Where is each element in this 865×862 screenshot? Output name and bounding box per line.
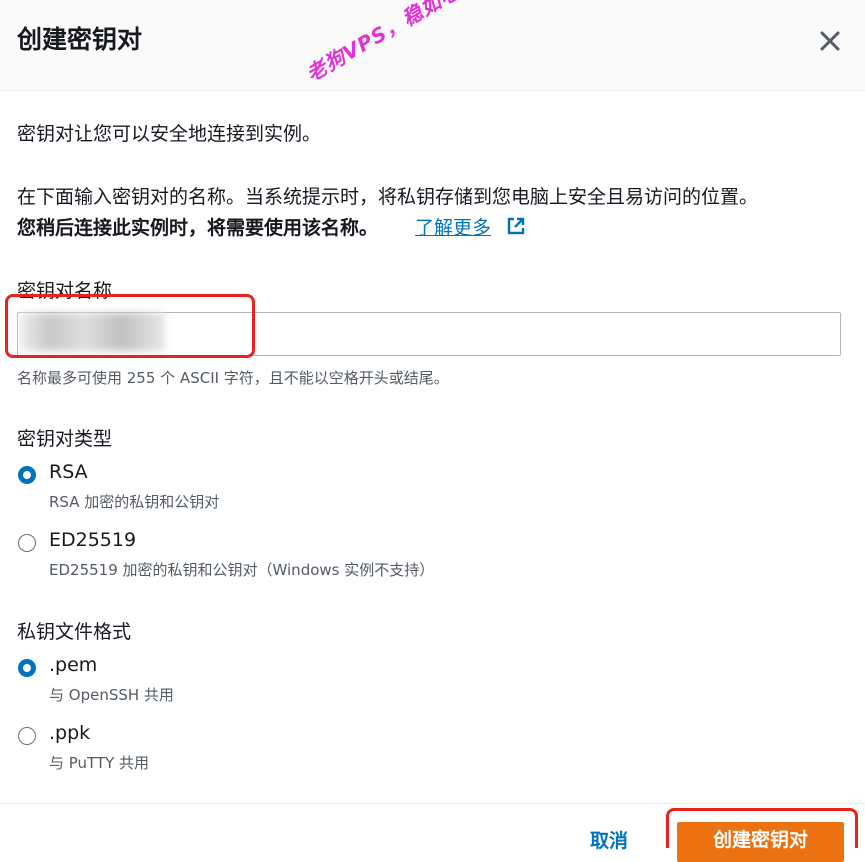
radio-ppk-description: 与 PuTTY 共用 xyxy=(49,754,150,772)
radio-ed25519-label[interactable]: ED25519 xyxy=(49,529,136,551)
cancel-button[interactable]: 取消 xyxy=(590,826,628,853)
radio-pem-label[interactable]: .pem xyxy=(49,654,97,676)
dialog-title: 创建密钥对 xyxy=(17,25,143,54)
external-link-icon[interactable] xyxy=(506,216,526,236)
key-name-input[interactable] xyxy=(17,312,841,356)
key-name-label: 密钥对名称 xyxy=(17,280,113,302)
description-text: 在下面输入密钥对的名称。当系统提示时，将私钥存储到您电脑上安全且易访问的位置。 xyxy=(17,186,759,208)
create-key-pair-button[interactable]: 创建密钥对 xyxy=(677,822,844,862)
key-type-label: 密钥对类型 xyxy=(17,428,113,450)
learn-more-link[interactable]: 了解更多 xyxy=(415,213,491,240)
radio-unselected-icon[interactable] xyxy=(18,534,36,552)
radio-selected-icon[interactable] xyxy=(18,659,36,677)
radio-ed25519-description: ED25519 加密的私钥和公钥对（Windows 实例不支持） xyxy=(49,561,435,579)
file-format-label: 私钥文件格式 xyxy=(17,621,132,643)
radio-selected-icon[interactable] xyxy=(18,466,36,484)
close-icon[interactable] xyxy=(816,27,844,55)
description-bold-text: 您稍后连接此实例时，将需要使用该名称。 xyxy=(17,217,379,239)
radio-rsa-description: RSA 加密的私钥和公钥对 xyxy=(49,493,220,511)
radio-rsa-label[interactable]: RSA xyxy=(49,461,88,483)
radio-pem-description: 与 OpenSSH 共用 xyxy=(49,686,174,704)
radio-ppk-label[interactable]: .ppk xyxy=(49,722,90,744)
radio-unselected-icon[interactable] xyxy=(18,727,36,745)
intro-text: 密钥对让您可以安全地连接到实例。 xyxy=(17,123,322,145)
key-name-hint: 名称最多可使用 255 个 ASCII 字符，且不能以空格开头或结尾。 xyxy=(17,369,449,387)
